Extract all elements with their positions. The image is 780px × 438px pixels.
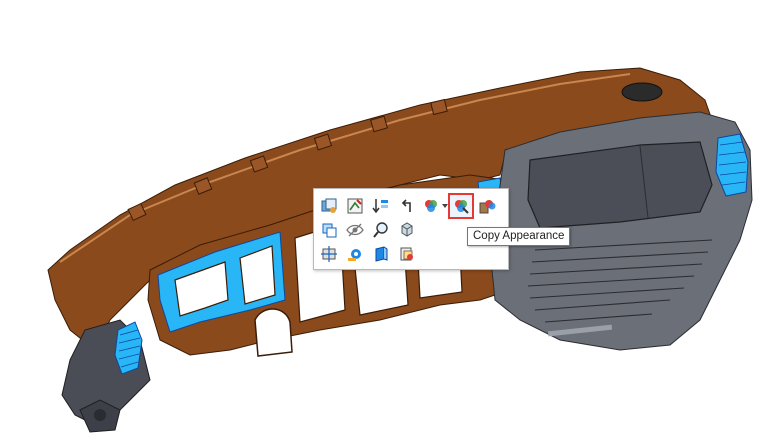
copy-appearance-icon [455,200,469,214]
paste-appearance-icon [479,200,496,214]
hide-button[interactable] [344,219,366,241]
appearance-icon [425,200,437,212]
section-view-icon [375,246,388,262]
component-appearance-button[interactable] [318,195,340,217]
hide-show-button[interactable] [318,219,340,241]
isolate-icon [401,222,413,237]
chevron-down-icon [442,204,448,208]
undo-arrow-icon [401,199,411,212]
isolate-button[interactable] [396,219,418,241]
appearance-dropdown[interactable] [442,201,448,211]
steering-column-cutout [254,308,293,357]
zoom-to-selection-button[interactable] [370,219,392,241]
left-air-vent [114,321,143,375]
normal-to-icon [321,246,337,262]
lower-bracket-hole [94,409,106,421]
edit-sketch-icon [347,198,363,214]
tooltip: Copy Appearance [467,227,571,246]
rollback-icon [372,199,388,214]
zoom-to-selection-icon [373,222,388,238]
rollback-button[interactable] [370,195,392,217]
hide-eye-icon [346,223,364,237]
measure-icon [348,249,361,261]
appearance-button[interactable] [420,195,442,217]
section-view-button[interactable] [370,243,392,265]
paste-appearance-button[interactable] [476,195,498,217]
copy-appearance-button[interactable] [448,193,474,219]
component-appearance-icon [321,198,337,213]
normal-to-button[interactable] [318,243,340,265]
speaker-grille [621,82,663,102]
hide-show-icon [322,223,337,238]
undo-arrow-button[interactable] [396,195,418,217]
edit-sketch-button[interactable] [344,195,366,217]
selection-tools-icon [400,247,413,261]
measure-button[interactable] [344,243,366,265]
selection-tools-button[interactable] [396,243,418,265]
